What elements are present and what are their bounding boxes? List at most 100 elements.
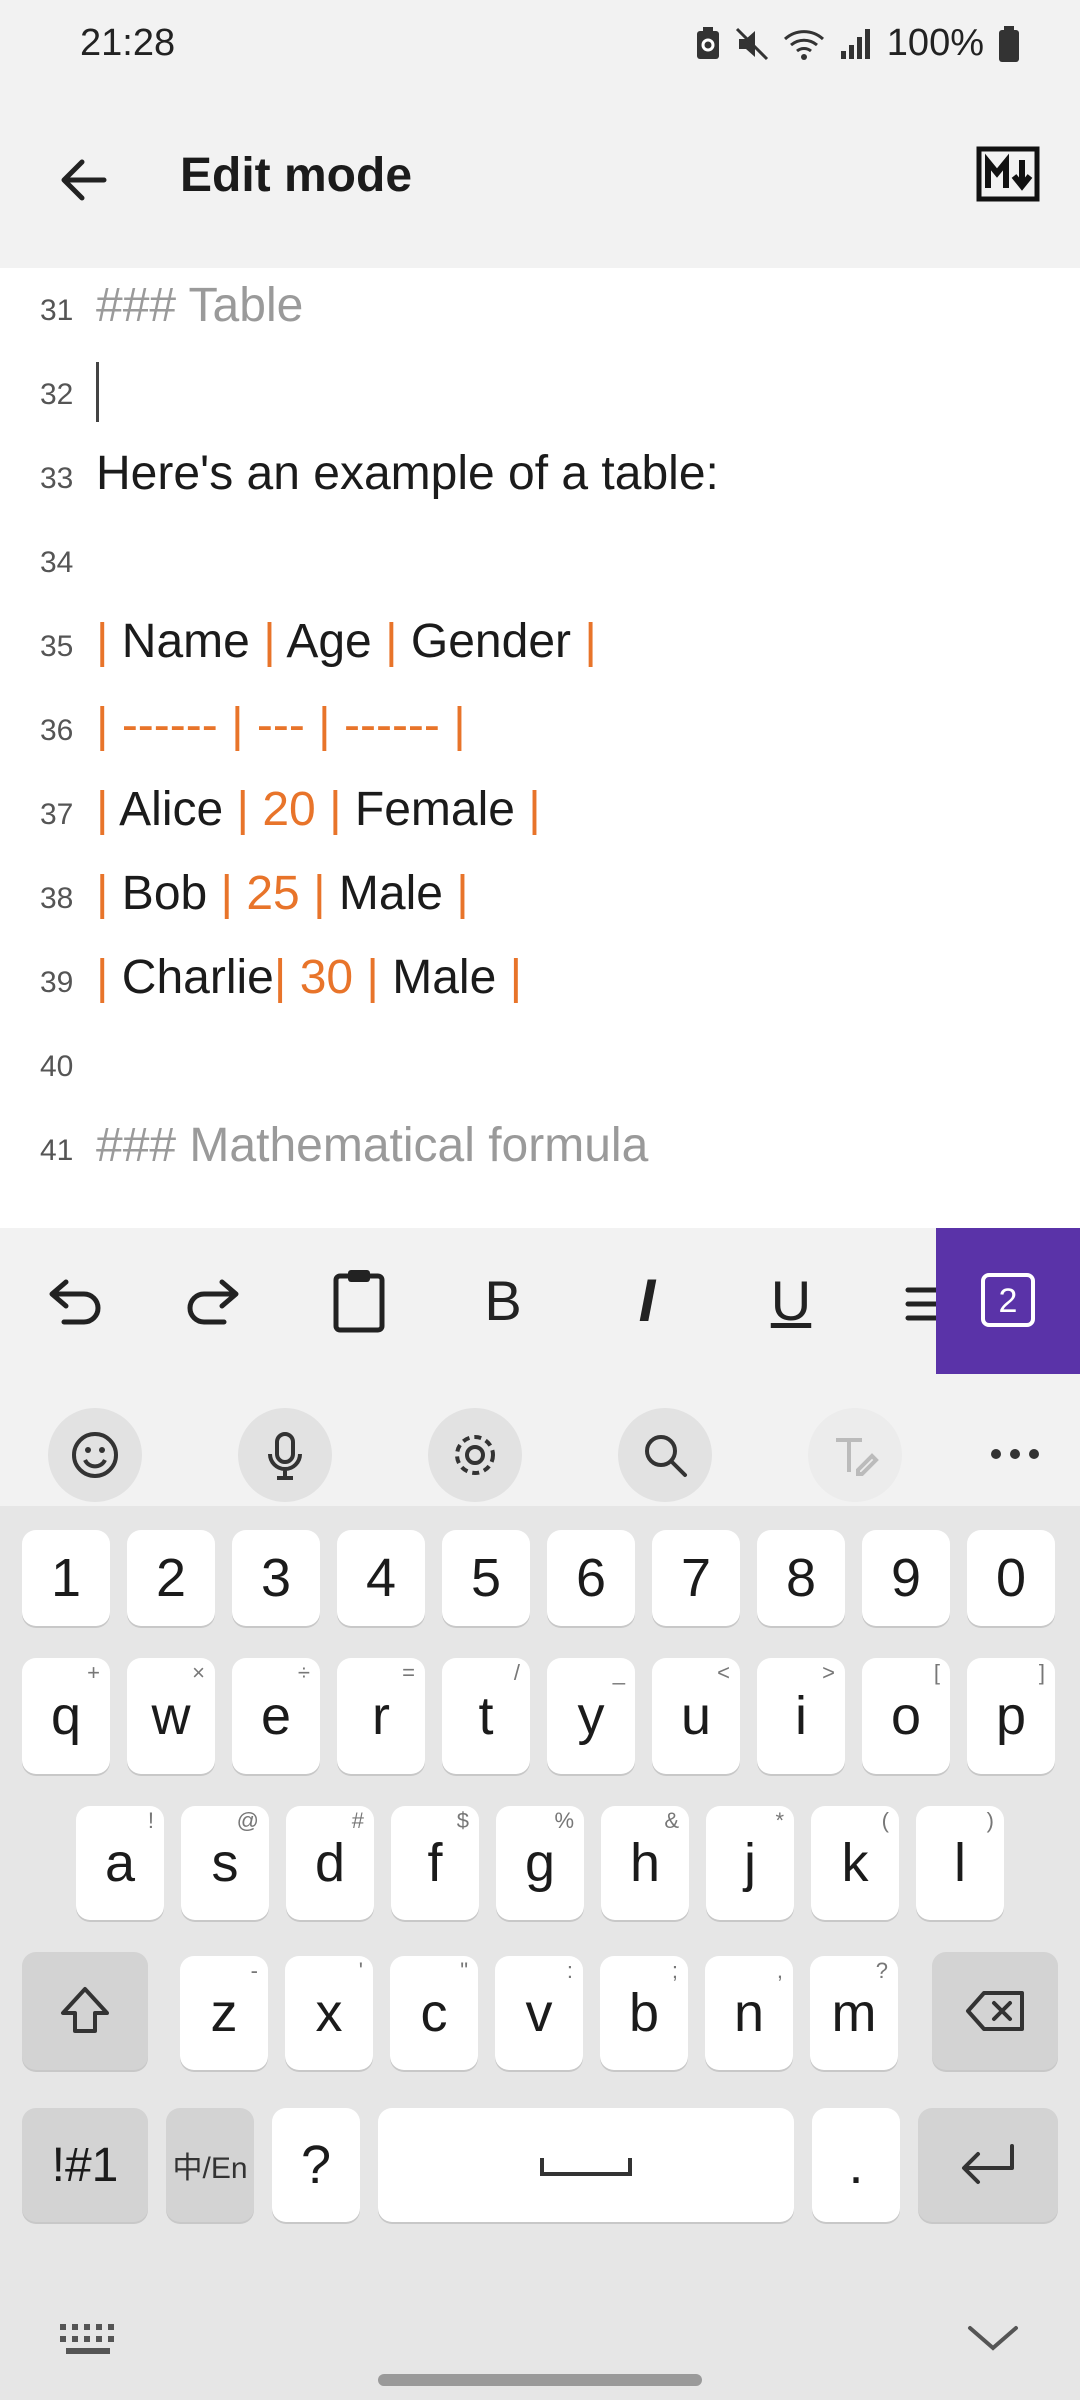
key-1[interactable]: 1: [22, 1530, 110, 1626]
key-u[interactable]: u <: [652, 1658, 740, 1774]
hide-keyboard-icon[interactable]: [966, 2318, 1020, 2358]
key-label: l: [954, 1833, 966, 1893]
key-3[interactable]: 3: [232, 1530, 320, 1626]
key-8[interactable]: 8: [757, 1530, 845, 1626]
line-text[interactable]: Here's an example of a table:: [96, 446, 719, 501]
undo-icon[interactable]: [36, 1264, 110, 1338]
key-x[interactable]: x ': [285, 1956, 373, 2070]
table-row[interactable]: | Bob | 25 | Male |: [96, 866, 469, 921]
keyboard-switch-icon[interactable]: [58, 2320, 120, 2360]
key-label: w: [151, 1686, 191, 1746]
shift-key[interactable]: [22, 1952, 148, 2070]
key-i[interactable]: i >: [757, 1658, 845, 1774]
key-c[interactable]: c ": [390, 1956, 478, 2070]
key-hint: /: [513, 1660, 520, 1685]
keyboard-toolbar: [0, 1374, 1080, 1506]
key-p[interactable]: p]: [967, 1658, 1055, 1774]
key-z[interactable]: z-: [180, 1956, 268, 2070]
key-w[interactable]: w ×: [127, 1658, 215, 1774]
key-n[interactable]: n,: [705, 1956, 793, 2070]
editor-line[interactable]: 40: [0, 1026, 1080, 1110]
key-o[interactable]: o[: [862, 1658, 950, 1774]
table-row[interactable]: | Charlie| 30 | Male |: [96, 950, 522, 1005]
key-0[interactable]: 0: [967, 1530, 1055, 1626]
line-number: 34: [40, 546, 74, 579]
italic-button[interactable]: I: [610, 1264, 684, 1338]
editor-line[interactable]: 41 ### Mathematical formula: [0, 1110, 1080, 1194]
key-l[interactable]: l): [916, 1806, 1004, 1920]
question-key[interactable]: ?: [272, 2108, 360, 2222]
key-4[interactable]: 4: [337, 1530, 425, 1626]
key-y[interactable]: y _: [547, 1658, 635, 1774]
editor-line[interactable]: 33 Here's an example of a table:: [0, 438, 1080, 522]
key-r[interactable]: r =: [337, 1658, 425, 1774]
editor-line[interactable]: 36 | ------ | --- | ------ |: [0, 690, 1080, 774]
heading-2-button[interactable]: 2: [936, 1228, 1080, 1374]
editor-line[interactable]: 39 | Charlie| 30 | Male |: [0, 942, 1080, 1026]
bold-button[interactable]: B: [466, 1264, 540, 1338]
key-t[interactable]: t /: [442, 1658, 530, 1774]
clipboard-icon[interactable]: [322, 1264, 396, 1338]
key-label: 5: [470, 1548, 502, 1608]
key-6[interactable]: 6: [547, 1530, 635, 1626]
line-number: 37: [40, 798, 74, 831]
key-label: t: [478, 1686, 494, 1746]
enter-key[interactable]: [918, 2108, 1058, 2222]
key-k[interactable]: k(: [811, 1806, 899, 1920]
key-h[interactable]: h &: [601, 1806, 689, 1920]
emoji-button[interactable]: [48, 1408, 142, 1502]
markdown-icon[interactable]: [976, 146, 1040, 202]
key-q[interactable]: q +: [22, 1658, 110, 1774]
language-key[interactable]: 中/En: [166, 2108, 254, 2222]
key-d[interactable]: d #: [286, 1806, 374, 1920]
key-hint: +: [87, 1660, 100, 1685]
line-text[interactable]: ### Table: [96, 278, 303, 333]
key-j[interactable]: j *: [706, 1806, 794, 1920]
line-text[interactable]: ### Mathematical formula: [96, 1118, 648, 1173]
key-g[interactable]: g%: [496, 1806, 584, 1920]
search-button[interactable]: [618, 1408, 712, 1502]
key-hint: (: [881, 1808, 889, 1833]
underline-button[interactable]: U: [754, 1264, 828, 1338]
handwriting-icon: [836, 1438, 879, 1476]
redo-icon[interactable]: [178, 1264, 252, 1338]
editor-line[interactable]: 37 | Alice | 20 | Female |: [0, 774, 1080, 858]
line-number: 40: [40, 1050, 74, 1083]
more-icon[interactable]: [988, 1434, 1042, 1474]
key-5[interactable]: 5: [442, 1530, 530, 1626]
symbols-key[interactable]: !#1: [22, 2108, 148, 2222]
key-a[interactable]: a!: [76, 1806, 164, 1920]
key-2[interactable]: 2: [127, 1530, 215, 1626]
key-m[interactable]: m?: [810, 1956, 898, 2070]
editor-line[interactable]: 38 | Bob | 25 | Male |: [0, 858, 1080, 942]
period-key[interactable]: .: [812, 2108, 900, 2222]
mic-button[interactable]: [238, 1408, 332, 1502]
editor-line[interactable]: 35 | Name | Age | Gender |: [0, 606, 1080, 690]
editor-line[interactable]: 31 ### Table: [0, 270, 1080, 354]
backspace-icon: [966, 1991, 1024, 2031]
key-f[interactable]: f $: [391, 1806, 479, 1920]
space-key[interactable]: [378, 2108, 794, 2222]
editor-line[interactable]: 32: [0, 354, 1080, 438]
key-hint: ×: [192, 1660, 205, 1685]
key-e[interactable]: e ÷: [232, 1658, 320, 1774]
settings-button[interactable]: [428, 1408, 522, 1502]
editor-line[interactable]: 34: [0, 522, 1080, 606]
backspace-key[interactable]: [932, 1952, 1058, 2070]
table-row[interactable]: | Alice | 20 | Female |: [96, 782, 541, 837]
key-7[interactable]: 7: [652, 1530, 740, 1626]
text-caret: [96, 362, 99, 423]
key-s[interactable]: s @: [181, 1806, 269, 1920]
table-header-row[interactable]: | Name | Age | Gender |: [96, 614, 597, 669]
key-v[interactable]: v:: [495, 1956, 583, 2070]
key-label: z: [210, 1983, 238, 2043]
markdown-editor[interactable]: 31 ### Table 32 33 Here's an example of …: [0, 268, 1080, 1228]
key-b[interactable]: b;: [600, 1956, 688, 2070]
key-9[interactable]: 9: [862, 1530, 950, 1626]
back-arrow-icon[interactable]: [50, 144, 122, 216]
home-indicator[interactable]: [378, 2374, 702, 2386]
line-number: 39: [40, 966, 74, 999]
handwriting-button[interactable]: [808, 1408, 902, 1502]
key-hint: #: [351, 1808, 364, 1833]
table-separator-row[interactable]: | ------ | --- | ------ |: [96, 698, 466, 753]
